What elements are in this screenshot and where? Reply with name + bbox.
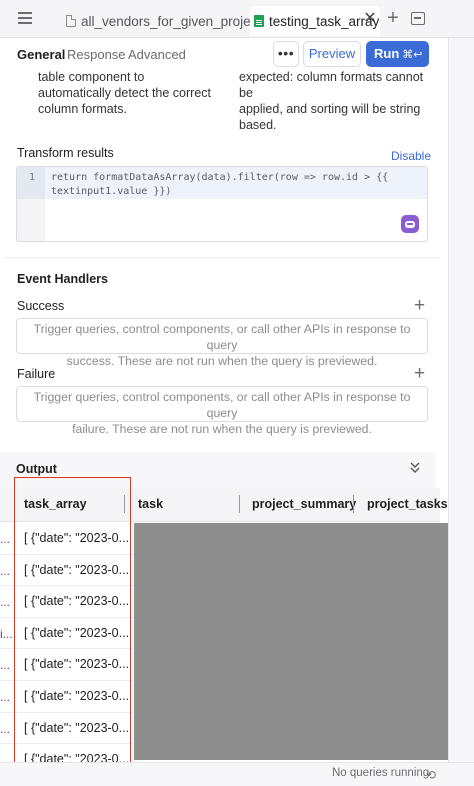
tab-advanced[interactable]: Advanced	[128, 47, 186, 62]
row-overflow-marker: ...	[0, 658, 11, 673]
row-overflow-marker: ...	[0, 595, 11, 610]
minimize-panel-icon[interactable]	[411, 12, 425, 25]
desc-line: table component to	[38, 70, 145, 84]
query-status: No queries running	[332, 767, 430, 779]
failure-handler-placeholder[interactable]: Trigger queries, control components, or …	[16, 386, 428, 436]
hint-line: Trigger queries, control components, or …	[33, 322, 411, 352]
column-header-task[interactable]: task	[138, 497, 163, 511]
tab-all-vendors[interactable]: all_vendors_for_given_project	[66, 6, 261, 36]
code-line: textinput1.value }})	[51, 186, 172, 197]
description-right: expected: column formats cannot be appli…	[239, 70, 439, 133]
row-overflow-marker: i...	[0, 626, 13, 641]
preview-button[interactable]: Preview	[303, 41, 361, 67]
column-resizer[interactable]	[239, 495, 240, 513]
event-handlers-title: Event Handlers	[17, 272, 109, 286]
run-button[interactable]: Run ⌘↩	[366, 41, 429, 67]
row-overflow-marker: ...	[0, 532, 11, 546]
column-resizer[interactable]	[353, 495, 354, 513]
file-icon	[66, 15, 76, 27]
hint-line: success. These are not run when the quer…	[66, 354, 378, 368]
row-overflow-marker: ...	[0, 690, 11, 704]
highlight-box	[14, 477, 131, 782]
column-header-project-tasks[interactable]: project_tasks	[367, 497, 448, 511]
transform-title: Transform results	[17, 146, 114, 160]
close-tab-icon[interactable]: ✕	[362, 9, 378, 29]
collapse-chevrons-icon[interactable]	[410, 462, 420, 474]
ai-assist-icon[interactable]	[401, 215, 419, 233]
add-failure-handler-icon[interactable]: +	[414, 364, 425, 383]
tab-response[interactable]: Response	[67, 47, 126, 62]
run-label: Run	[374, 46, 400, 61]
description-left: table component to automatically detect …	[38, 70, 228, 117]
line-number: 1	[29, 172, 36, 183]
hint-line: Trigger queries, control components, or …	[33, 390, 411, 420]
tab-label: all_vendors_for_given_project	[81, 13, 262, 29]
refresh-icon[interactable]: ⟲	[426, 768, 436, 782]
sheet-icon	[254, 15, 264, 27]
desc-line: applied, and sorting will be string	[239, 102, 421, 116]
tab-general[interactable]: General	[17, 47, 65, 62]
menu-icon[interactable]	[18, 12, 32, 24]
success-handler-placeholder[interactable]: Trigger queries, control components, or …	[16, 318, 428, 368]
add-success-handler-icon[interactable]: +	[414, 296, 425, 315]
add-tab-icon[interactable]: +	[385, 8, 401, 28]
row-overflow-marker: ...	[0, 563, 11, 578]
run-shortcut: ⌘↩	[402, 49, 423, 61]
tab-bar: all_vendors_for_given_project testing_ta…	[0, 0, 474, 38]
output-title: Output	[16, 462, 57, 476]
desc-line: column formats.	[38, 102, 127, 116]
code-line: return formatDataAsArray(data).filter(ro…	[51, 172, 389, 183]
desc-line: automatically detect the correct	[38, 86, 211, 100]
transform-code-editor[interactable]: 1 return formatDataAsArray(data).filter(…	[16, 166, 428, 242]
more-options-button[interactable]: •••	[273, 41, 299, 67]
column-header-project-summary[interactable]: project_summary	[252, 497, 356, 511]
failure-label: Failure	[17, 367, 56, 381]
code-text: return formatDataAsArray(data).filter(ro…	[51, 171, 388, 199]
tab-testing-task-array[interactable]: testing_task_array	[250, 6, 380, 36]
divider	[4, 257, 440, 258]
desc-line: expected: column formats cannot be	[239, 70, 424, 100]
hint-line: failure. These are not run when the quer…	[72, 422, 372, 436]
redacted-cells	[134, 523, 448, 760]
disable-transform-link[interactable]: Disable	[391, 149, 431, 163]
desc-line: based.	[239, 118, 277, 132]
query-editor-app: all_vendors_for_given_project testing_ta…	[0, 0, 474, 786]
success-label: Success	[17, 299, 65, 313]
right-sidebar-edge	[448, 38, 474, 786]
row-overflow-marker: ...	[0, 721, 11, 736]
